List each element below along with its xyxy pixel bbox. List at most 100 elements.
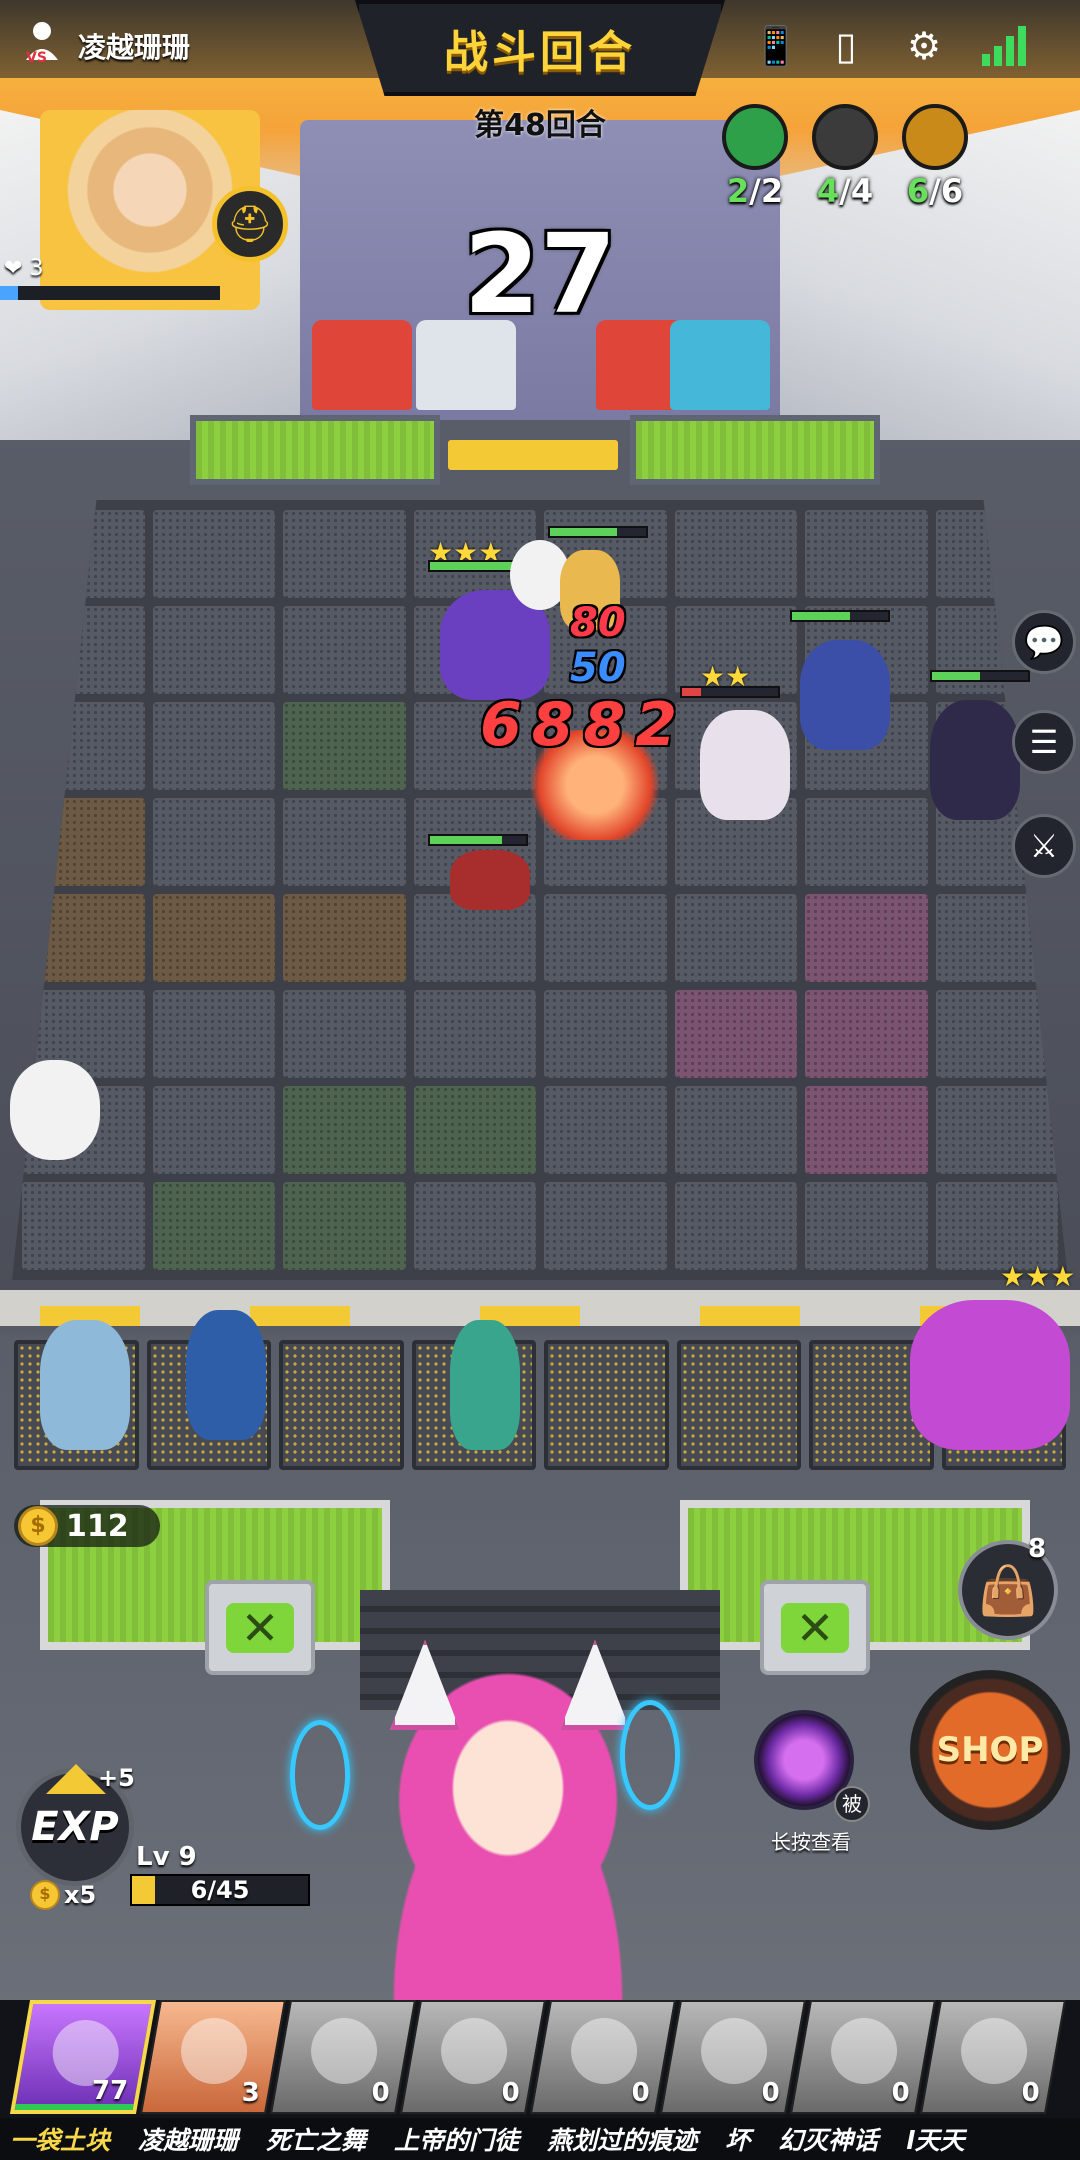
bench-stripe (250, 1306, 350, 1326)
player-card[interactable]: 0 (659, 2000, 807, 2114)
x-icon: ✕ (781, 1602, 849, 1653)
chat-button[interactable]: 💬 (1012, 610, 1076, 674)
board-tile[interactable] (283, 1182, 406, 1270)
halo-ring (290, 1720, 350, 1830)
bench-slot[interactable] (544, 1340, 669, 1470)
opponent-badge: ⛑ (212, 186, 288, 262)
player-face (831, 2018, 898, 2084)
board-tile[interactable] (544, 1182, 667, 1270)
shop-button[interactable]: SHOP (910, 1670, 1070, 1830)
bench (14, 1340, 1066, 1470)
ally-unit[interactable] (700, 710, 790, 820)
svg-text:VS: VS (26, 50, 47, 64)
unit-star-rating: ★★★ (1000, 1260, 1076, 1293)
board-tile[interactable] (805, 1182, 928, 1270)
bench-unit[interactable] (40, 1320, 130, 1450)
board-tile[interactable] (544, 894, 667, 982)
player-card[interactable]: 3 (139, 2000, 287, 2114)
player-level: Lv 9 (136, 1842, 197, 1872)
board-tile[interactable] (805, 1086, 928, 1174)
bench-unit[interactable] (186, 1310, 266, 1440)
board-tile[interactable] (674, 990, 797, 1078)
board-tile[interactable] (413, 1182, 536, 1270)
board-tile[interactable] (674, 1182, 797, 1270)
player-face (961, 2018, 1028, 2084)
sell-box[interactable]: ✕ (205, 1580, 315, 1675)
trait-count: 6/6 (906, 172, 964, 210)
unit-hp-bar (790, 610, 890, 622)
player-card[interactable]: 0 (269, 2000, 417, 2114)
board-tile[interactable] (152, 1182, 275, 1270)
coin-icon: $ (30, 1880, 60, 1910)
board-tile[interactable] (152, 1086, 275, 1174)
bench-unit[interactable] (450, 1320, 520, 1450)
board-tile[interactable] (805, 798, 928, 886)
ring-edge (448, 440, 618, 470)
sell-box[interactable]: ✕ (760, 1580, 870, 1675)
board-tile[interactable] (805, 990, 928, 1078)
board-tile[interactable] (152, 798, 275, 886)
board-tile[interactable] (283, 894, 406, 982)
board-tile[interactable] (152, 606, 275, 694)
bag-count: 8 (1028, 1534, 1047, 1564)
phone-rotate-icon[interactable]: 📱 (752, 22, 800, 70)
board-tile[interactable] (805, 894, 928, 982)
coin-icon: $ (18, 1506, 58, 1546)
board-tile[interactable] (152, 894, 275, 982)
player-face (441, 2018, 508, 2084)
skull-icon (10, 1060, 100, 1160)
helmet-icon: ⛑ (227, 204, 273, 245)
enemy-unit[interactable] (930, 700, 1020, 820)
board-tile[interactable] (544, 990, 667, 1078)
eye-trait-icon[interactable] (812, 104, 878, 170)
board-tile[interactable] (283, 1086, 406, 1174)
player-card[interactable]: 77 (9, 2000, 157, 2114)
unit-hp-bar (930, 670, 1030, 682)
board-tile[interactable] (935, 1086, 1058, 1174)
board-tile[interactable] (935, 1182, 1058, 1270)
player-card[interactable]: 0 (399, 2000, 547, 2114)
board-tile[interactable] (152, 702, 275, 790)
gear-icon[interactable]: ⚙ (900, 22, 948, 70)
bench-unit[interactable] (910, 1300, 1070, 1450)
board-tile[interactable] (152, 990, 275, 1078)
player-card[interactable]: 0 (919, 2000, 1067, 2114)
player-list-button[interactable]: ☰ (1012, 710, 1076, 774)
player-name: 燕划过的痕迹 (547, 2126, 698, 2155)
unit-hp-bar (680, 686, 780, 698)
board-tile[interactable] (22, 1182, 145, 1270)
bench-slot[interactable] (279, 1340, 404, 1470)
enemy-unit[interactable] (800, 640, 890, 750)
player-name: l天天 (906, 2126, 965, 2155)
board-tile[interactable] (152, 510, 275, 598)
board-tile[interactable] (413, 1086, 536, 1174)
board-tile[interactable] (413, 990, 536, 1078)
board-tile[interactable] (283, 606, 406, 694)
hood-trait-icon[interactable] (902, 104, 968, 170)
board-tile[interactable] (283, 510, 406, 598)
player-name: 一袋土块 (10, 2126, 111, 2155)
board-tile[interactable] (674, 894, 797, 982)
board-tile[interactable] (544, 1086, 667, 1174)
opponent-hp-bar (0, 286, 220, 300)
board-tile[interactable] (805, 510, 928, 598)
board-tile[interactable] (674, 510, 797, 598)
board-tile[interactable] (283, 798, 406, 886)
bench-slot[interactable] (676, 1340, 801, 1470)
player-card[interactable]: 0 (529, 2000, 677, 2114)
round-timer: 27 (463, 210, 617, 338)
leaf-trait-icon[interactable] (722, 104, 788, 170)
x-icon: ✕ (226, 1602, 294, 1653)
book-icon[interactable]: ▯ (822, 22, 870, 70)
board-tile[interactable] (283, 702, 406, 790)
board-tile[interactable] (674, 1086, 797, 1174)
battle-log-button[interactable]: ⚔ (1012, 814, 1076, 878)
opponent-lives: ❤ 3 (4, 256, 44, 281)
board-tile[interactable] (283, 990, 406, 1078)
halo-ring (620, 1700, 680, 1810)
player-face (181, 2018, 248, 2084)
xp-text: 6/45 (190, 1876, 250, 1904)
ally-unit[interactable] (450, 850, 530, 910)
player-card[interactable]: 0 (789, 2000, 937, 2114)
damage-number: 6882 (480, 690, 687, 760)
